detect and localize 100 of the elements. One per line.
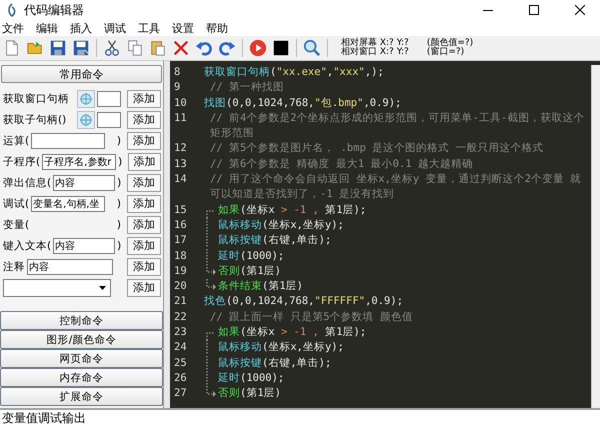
command-label: 注释 — [3, 260, 25, 274]
save-as-icon[interactable] — [71, 38, 91, 58]
run-icon[interactable] — [248, 38, 268, 58]
line-number: 23 — [173, 325, 188, 340]
line-number: 24 — [173, 340, 188, 356]
window-title: 代码编辑器 — [24, 2, 85, 18]
code-line: // 跟上面一样 只是第5个参数填 颜色值 — [209, 310, 414, 325]
scrollbar[interactable] — [591, 65, 600, 408]
handle-field[interactable] — [97, 112, 121, 128]
dropdown-arrow-icon — [98, 284, 107, 290]
fold-arrow-icon — [206, 264, 216, 275]
code-line: 鼠标按键(右键,单击); — [218, 233, 332, 248]
line-number: 12 — [173, 141, 188, 156]
output-title: 变量值调试输出 — [2, 411, 86, 425]
save-icon[interactable] — [48, 38, 68, 58]
code-line: // 第6个参数是 精确度 最大1 最小0.1 越大越精确 — [209, 156, 474, 172]
delete-icon[interactable] — [171, 38, 191, 58]
crosshair-icon[interactable] — [77, 110, 95, 128]
line-number: 9 — [173, 80, 182, 96]
add-button[interactable]: 添加 — [127, 110, 161, 128]
fold-arrow-icon — [206, 279, 216, 290]
close-paren: ) — [118, 156, 122, 168]
line-number: 17 — [173, 233, 188, 248]
code-line: 获取窗口句柄("xx.exe","xxx",); — [204, 65, 385, 80]
stop-icon[interactable] — [271, 38, 291, 58]
add-button[interactable]: 添加 — [127, 278, 161, 296]
add-button[interactable]: 添加 — [127, 132, 161, 150]
code-line: 延时(1000); — [218, 248, 286, 264]
command-label: 获取窗口句柄 — [3, 92, 69, 106]
command-label: 获取子句柄() — [3, 112, 66, 126]
add-button[interactable]: 添加 — [128, 152, 161, 170]
close-paren: ) — [116, 134, 121, 146]
menu-item[interactable]: 文件 — [2, 20, 24, 36]
maximize-icon — [529, 5, 539, 15]
menu-item[interactable]: 帮助 — [206, 20, 228, 36]
code-line: 条件结束(第1层) — [218, 279, 304, 294]
color-value: (颜色值=?) — [426, 39, 474, 48]
close-paren: ) — [116, 218, 121, 230]
category-button[interactable]: 控制命令 — [0, 311, 163, 330]
code-line: 鼠标按键(右键,单击); — [218, 356, 332, 371]
line-number: 27 — [173, 386, 188, 402]
line-number: 20 — [173, 279, 188, 294]
parameter-field[interactable] — [31, 132, 106, 148]
parameter-field[interactable]: 变量名,句柄,坐 — [31, 196, 106, 212]
code-editor[interactable] — [170, 61, 600, 408]
line-number: 26 — [173, 370, 188, 386]
category-button[interactable]: 内存命令 — [0, 368, 163, 387]
line-number: 16 — [173, 218, 188, 233]
line-number: 10 — [173, 96, 188, 111]
category-button[interactable]: 图形/颜色命令 — [0, 330, 163, 349]
search-icon[interactable] — [302, 38, 322, 58]
command-label: 子程序( — [3, 154, 40, 168]
menu-item[interactable]: 设置 — [172, 20, 194, 36]
command-label: 键入文本( — [3, 238, 52, 252]
menu-item[interactable]: 插入 — [70, 20, 92, 36]
line-number: 22 — [173, 310, 188, 325]
category-button[interactable]: 扩展命令 — [0, 387, 163, 406]
code-line: 如果(坐标x > -1 , 第1层); — [218, 202, 368, 218]
line-number: 25 — [173, 356, 188, 371]
window-coordinates: 相对窗口 X:? Y:? — [341, 48, 409, 57]
add-button[interactable]: 添加 — [127, 216, 161, 234]
line-number: 8 — [173, 65, 182, 80]
add-button[interactable]: 添加 — [127, 258, 161, 276]
fold-arrow-icon — [206, 386, 216, 398]
code-line: 鼠标移动(坐标x,坐标y); — [218, 340, 345, 356]
code-line: // 第一种找图 — [209, 80, 285, 96]
handle-field[interactable] — [97, 90, 121, 106]
add-button[interactable]: 添加 — [127, 194, 161, 212]
parameter-field[interactable]: 子程序名,参数r — [42, 154, 116, 170]
parameter-field[interactable]: 内容 — [53, 174, 116, 190]
crosshair-icon[interactable] — [77, 90, 95, 108]
window-value: (窗口=?) — [426, 48, 466, 57]
menu-item[interactable]: 编辑 — [36, 20, 58, 36]
code-line: // 第5个参数是图片名， .bmp 是这个图的格式 一般只用这个格式 — [209, 141, 545, 156]
code-line: 找图(0,0,1024,768,"包.bmp",0.9); — [204, 96, 402, 111]
parameter-field[interactable]: 内容 — [53, 238, 116, 254]
add-button[interactable]: 添加 — [127, 174, 161, 192]
category-button[interactable]: 网页命令 — [0, 349, 163, 368]
command-label: 调试( — [3, 196, 30, 210]
close-icon — [575, 5, 585, 15]
category-button[interactable]: 常用命令 — [1, 65, 162, 83]
parameter-field[interactable]: 内容 — [27, 258, 113, 274]
cut-icon[interactable] — [102, 38, 122, 58]
code-line: 否则(第1层) — [218, 386, 282, 402]
menu-item[interactable]: 工具 — [138, 20, 160, 36]
add-button[interactable]: 添加 — [127, 90, 161, 108]
screen-coordinates: 相对屏幕 X:? Y:? — [341, 39, 409, 48]
menu-item[interactable]: 调试 — [104, 20, 126, 36]
command-label: 运算( — [3, 134, 30, 148]
add-button[interactable]: 添加 — [127, 236, 161, 254]
fold-start-icon — [206, 210, 215, 218]
code-line: 鼠标移动(坐标x,坐标y); — [218, 218, 345, 233]
close-paren: ) — [117, 240, 122, 252]
code-line: // 用了这个命令会自动返回 坐标x,坐标y 变量，通过判断这个2个变量 就可以知道是否找到了，-1 是没有找到 — [209, 172, 582, 202]
line-number: 14 — [173, 172, 188, 188]
line-number: 15 — [173, 202, 188, 218]
command-dropdown[interactable] — [3, 278, 111, 296]
app-icon — [6, 3, 18, 17]
code-line: 如果(坐标x > -1 , 第1层); — [218, 325, 368, 340]
line-number: 21 — [173, 294, 188, 310]
